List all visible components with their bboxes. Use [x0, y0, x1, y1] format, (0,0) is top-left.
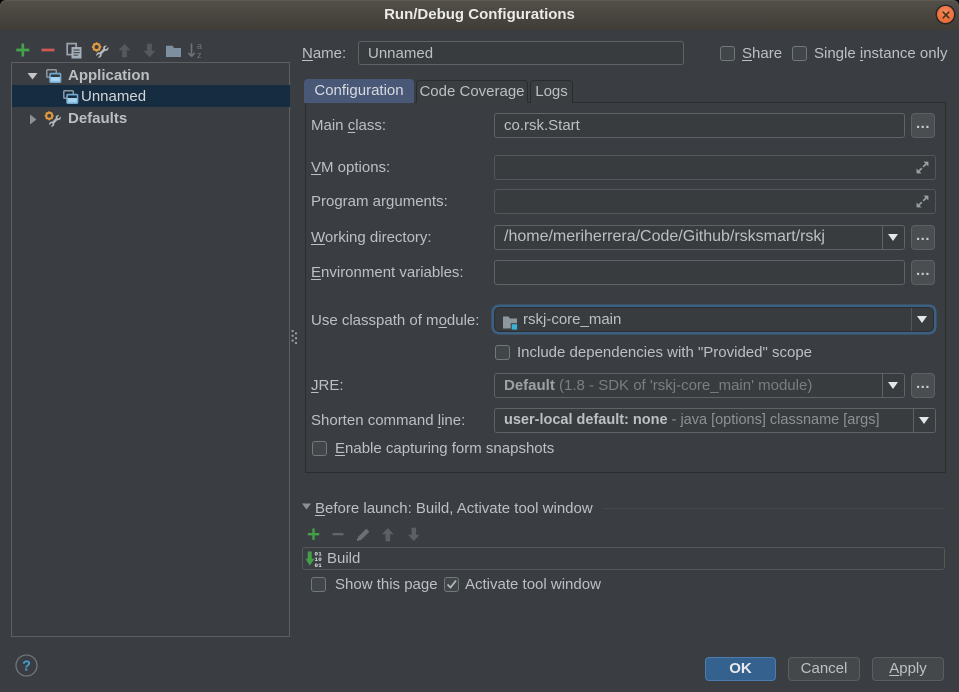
svg-text:z: z	[197, 50, 202, 59]
svg-text:01: 01	[315, 562, 323, 567]
svg-text:?: ?	[22, 659, 31, 675]
